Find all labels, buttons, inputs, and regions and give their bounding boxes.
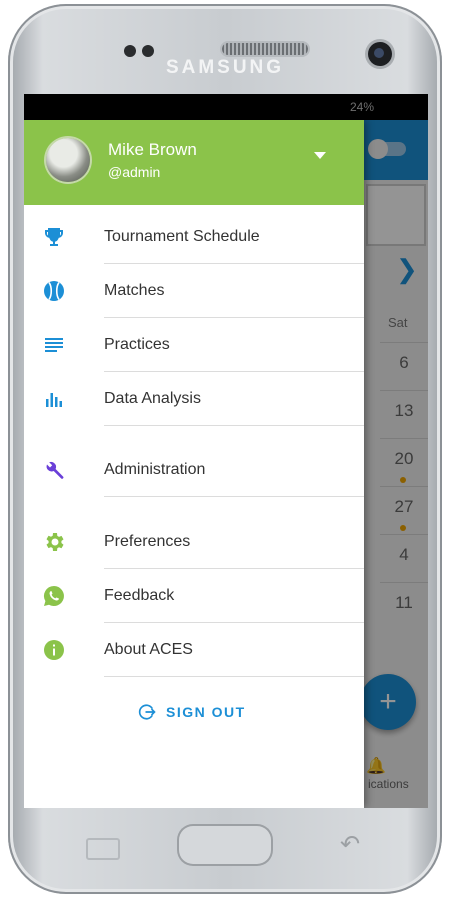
- sign-out-label: SIGN OUT: [166, 704, 246, 720]
- menu-item-preferences[interactable]: Preferences: [24, 516, 364, 569]
- menu-item-tournament-schedule[interactable]: Tournament Schedule: [24, 211, 364, 264]
- menu-item-feedback[interactable]: Feedback: [24, 570, 364, 623]
- menu-label: Administration: [104, 461, 206, 478]
- menu-label: Tournament Schedule: [104, 228, 260, 245]
- avatar: [46, 138, 90, 182]
- bar-chart-icon: [46, 393, 62, 407]
- sensor-dot: [124, 45, 136, 57]
- divider: [104, 425, 364, 426]
- account-dropdown-icon[interactable]: [314, 152, 326, 159]
- list-icon: [45, 338, 63, 352]
- menu-item-administration[interactable]: Administration: [24, 444, 364, 497]
- recents-key[interactable]: [86, 838, 120, 860]
- divider: [104, 371, 364, 372]
- status-bar: 24%: [24, 94, 428, 120]
- divider: [104, 263, 364, 264]
- menu-item-matches[interactable]: Matches: [24, 265, 364, 318]
- wrench-icon: [46, 461, 64, 479]
- sign-out-icon: [138, 704, 156, 720]
- divider: [104, 622, 364, 623]
- back-key-icon[interactable]: ↶: [340, 830, 360, 859]
- gear-icon: [46, 533, 64, 551]
- earpiece-speaker: [222, 43, 308, 55]
- divider: [104, 568, 364, 569]
- navigation-drawer: Mike Brown @admin Tournament Schedule Ma…: [24, 120, 364, 808]
- trophy-icon: [45, 228, 63, 246]
- menu-label: Preferences: [104, 533, 191, 550]
- menu-label: Practices: [104, 336, 170, 353]
- phone-top-bezel: [40, 14, 410, 94]
- menu-label: Matches: [104, 282, 165, 299]
- home-button[interactable]: [177, 824, 273, 866]
- drawer-header[interactable]: Mike Brown @admin: [24, 120, 364, 205]
- menu-item-data-analysis[interactable]: Data Analysis: [24, 373, 364, 426]
- divider: [104, 317, 364, 318]
- user-name: Mike Brown: [108, 140, 197, 159]
- sign-out-button[interactable]: SIGN OUT: [138, 701, 250, 725]
- divider: [104, 496, 364, 497]
- sensor-dot: [142, 45, 154, 57]
- screen: 24% ❯ Sat 6 13 20 27 4 11 + 🔔 ications M…: [24, 94, 428, 808]
- menu-item-about-aces[interactable]: About ACES: [24, 624, 364, 677]
- divider: [104, 676, 364, 677]
- battery-level: 24%: [349, 100, 374, 114]
- tennis-ball-icon: [44, 281, 64, 301]
- user-handle: @admin: [108, 164, 161, 180]
- menu-label: About ACES: [104, 641, 193, 658]
- device-brand: SAMSUNG: [165, 57, 285, 78]
- menu-label: Feedback: [104, 587, 175, 604]
- menu-label: Data Analysis: [104, 390, 201, 407]
- menu-item-practices[interactable]: Practices: [24, 319, 364, 372]
- whatsapp-icon: [44, 586, 64, 606]
- info-icon: [44, 640, 64, 660]
